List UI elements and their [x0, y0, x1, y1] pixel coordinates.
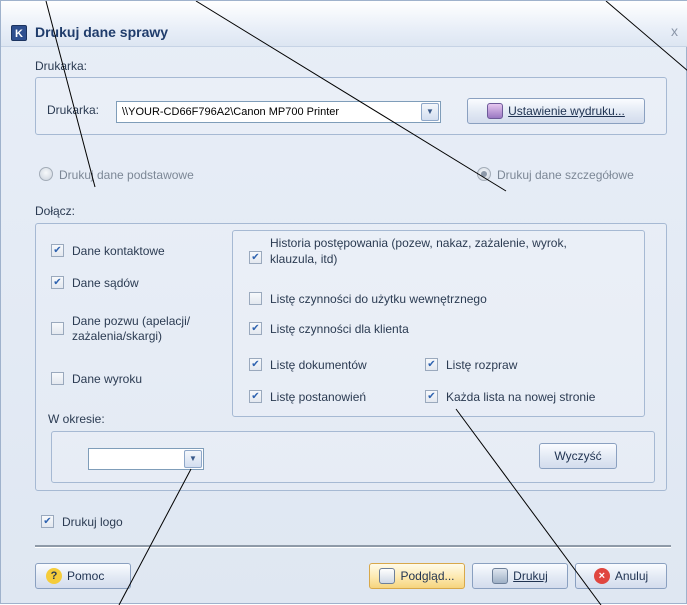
period-label: W okresie: — [48, 412, 105, 426]
clear-button[interactable]: Wyczyść — [539, 443, 617, 469]
checkbox-client-activities[interactable]: ✔ — [249, 322, 262, 335]
checkbox-court-data[interactable]: ✔ — [51, 276, 64, 289]
lawsuit-data-label: Dane pozwu (apelacji/ — [72, 314, 191, 328]
app-icon: K — [11, 25, 27, 41]
print-button-label: Drukuj — [513, 569, 548, 583]
hearings-label: Listę rozpraw — [446, 358, 518, 372]
printer-select[interactable]: \\YOUR-CD66F796A2\Canon MP700 Printer ▼ — [116, 101, 441, 123]
period-select[interactable]: ▼ — [88, 448, 204, 470]
each-new-page-label: Każda lista na nowej stronie — [446, 390, 596, 404]
contact-data-label: Dane kontaktowe — [72, 244, 165, 258]
window-title: Drukuj dane sprawy — [35, 24, 169, 40]
printer-label: Drukarka: — [47, 103, 100, 117]
verdict-data-label: Dane wyroku — [72, 372, 143, 386]
title-bar: K Drukuj dane sprawy x — [1, 1, 687, 47]
lawsuit-data-label-2: zażalenia/skargi) — [72, 329, 163, 343]
checkbox-hearings[interactable]: ✔ — [425, 358, 438, 371]
preview-button[interactable]: Podgląd... — [369, 563, 465, 589]
help-button-label: Pomoc — [67, 569, 105, 583]
history-label: Historia postępowania (pozew, nakaz, zaż… — [270, 236, 567, 250]
checkbox-each-new-page[interactable]: ✔ — [425, 390, 438, 403]
clear-button-label: Wyczyść — [554, 449, 602, 463]
checkbox-internal-activities[interactable] — [249, 292, 262, 305]
checkbox-history[interactable]: ✔ — [249, 251, 262, 264]
chevron-down-icon[interactable]: ▼ — [184, 450, 202, 468]
print-setup-button[interactable]: Ustawienie wydruku... — [467, 98, 645, 124]
checkbox-decisions[interactable]: ✔ — [249, 390, 262, 403]
preview-icon — [379, 568, 396, 584]
checkbox-contact-data[interactable]: ✔ — [51, 244, 64, 257]
checkbox-verdict-data[interactable] — [51, 372, 64, 385]
preview-button-label: Podgląd... — [400, 569, 455, 583]
history-label-2: klauzula, itd) — [270, 252, 338, 266]
checkbox-documents[interactable]: ✔ — [249, 358, 262, 371]
attach-legend: Dołącz: — [35, 204, 76, 218]
cancel-icon: × — [593, 568, 610, 584]
decisions-label: Listę postanowień — [270, 390, 367, 404]
printer-icon — [492, 568, 509, 584]
client-activities-label: Listę czynności dla klienta — [270, 322, 409, 336]
court-data-label: Dane sądów — [72, 276, 139, 290]
print-setup-label: Ustawienie wydruku... — [508, 104, 625, 118]
printer-setup-icon — [487, 103, 504, 119]
close-icon[interactable]: x — [671, 23, 678, 39]
radio-basic-label: Drukuj dane podstawowe — [59, 168, 194, 182]
print-dialog: K Drukuj dane sprawy x Drukarka: Drukark… — [0, 0, 687, 605]
help-button[interactable]: ? Pomoc — [35, 563, 131, 589]
print-logo-label: Drukuj logo — [62, 515, 123, 529]
printer-group-legend: Drukarka: — [35, 59, 88, 73]
printer-select-value: \\YOUR-CD66F796A2\Canon MP700 Printer — [122, 106, 340, 118]
help-icon: ? — [46, 568, 62, 584]
cancel-button-label: Anuluj — [614, 569, 649, 583]
print-button[interactable]: Drukuj — [472, 563, 568, 589]
checkbox-lawsuit-data[interactable] — [51, 322, 64, 335]
internal-activities-label: Listę czynności do użytku wewnętrznego — [270, 292, 487, 306]
radio-detailed-label: Drukuj dane szczegółowe — [497, 168, 634, 182]
cancel-button[interactable]: × Anuluj — [575, 563, 667, 589]
separator — [35, 545, 671, 548]
radio-basic[interactable] — [39, 167, 53, 181]
documents-label: Listę dokumentów — [270, 358, 367, 372]
chevron-down-icon[interactable]: ▼ — [421, 103, 439, 121]
radio-detailed[interactable] — [477, 167, 491, 181]
checkbox-print-logo[interactable]: ✔ — [41, 515, 54, 528]
